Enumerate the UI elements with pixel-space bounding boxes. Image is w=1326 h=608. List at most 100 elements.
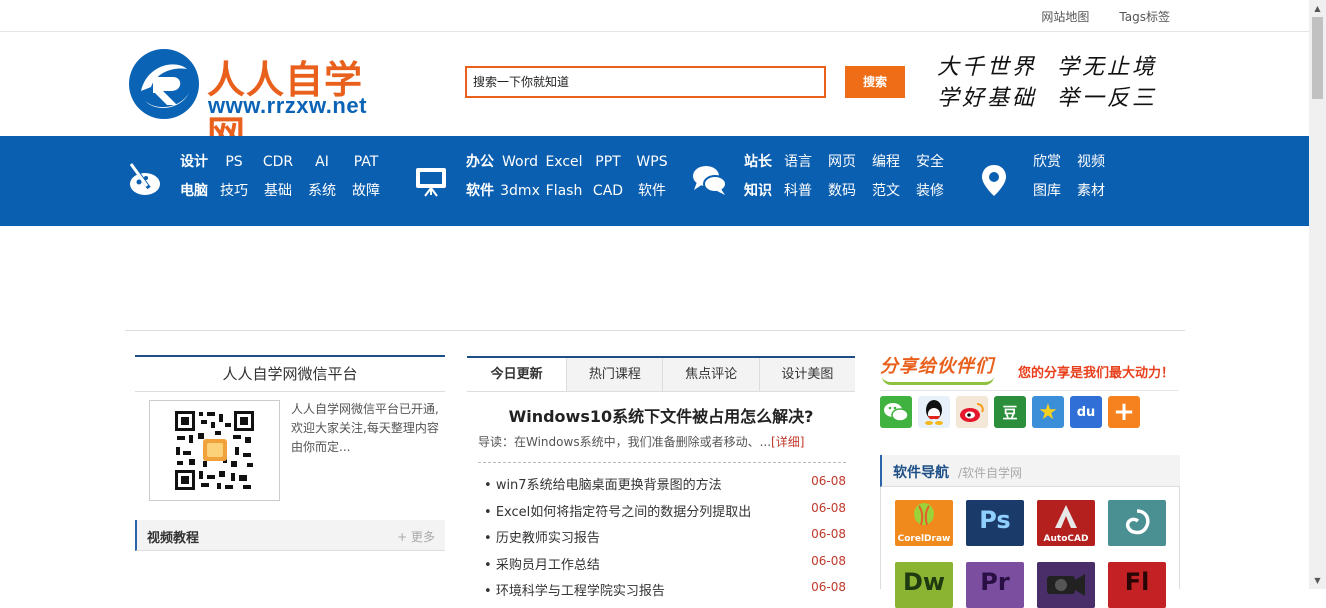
tab-hot-courses[interactable]: 热门课程 bbox=[567, 358, 664, 391]
sitemap-link[interactable]: 网站地图 bbox=[1041, 8, 1089, 25]
headline-detail-link[interactable]: [详细] bbox=[771, 435, 804, 449]
nav-link-programming[interactable]: 编程 bbox=[864, 152, 908, 172]
nav-link-3dmx[interactable]: 3dmx bbox=[498, 181, 542, 201]
nav-link-fault[interactable]: 故障 bbox=[344, 181, 388, 201]
software-nav-title: 软件导航 bbox=[893, 465, 949, 481]
nav-link-system[interactable]: 系统 bbox=[300, 181, 344, 201]
nav-link-webpage[interactable]: 网页 bbox=[820, 152, 864, 172]
news-title-text: 采购员月工作总结 bbox=[495, 557, 600, 573]
news-title[interactable]: • 采购员月工作总结 bbox=[484, 554, 600, 573]
list-item: • 历史教师实习报告 06-08 bbox=[484, 527, 846, 554]
douban-icon[interactable]: 豆 bbox=[994, 396, 1026, 428]
autocad-icon[interactable]: AutoCAD bbox=[1037, 500, 1095, 546]
video-more-link[interactable]: + 更多 bbox=[397, 528, 435, 545]
headline-title[interactable]: Windows10系统下文件被占用怎么解决? bbox=[467, 403, 855, 427]
nav-link-ps[interactable]: PS bbox=[212, 152, 256, 172]
news-date: 06-08 bbox=[811, 527, 846, 541]
slogan: 大千世界 学无止境 学好基础 举一反三 bbox=[937, 52, 1157, 114]
flash-icon[interactable]: Fl bbox=[1108, 562, 1166, 608]
search-button[interactable]: 搜索 bbox=[845, 66, 905, 98]
news-date: 06-08 bbox=[811, 500, 846, 515]
nav-link-excel[interactable]: Excel bbox=[542, 152, 586, 172]
wechat-description: 人人自学网微信平台已开通,欢迎大家关注,每天整理内容由你而定... bbox=[291, 402, 439, 454]
nav-link-digital[interactable]: 数码 bbox=[820, 181, 864, 201]
autocad-label: AutoCAD bbox=[1043, 534, 1089, 544]
site-logo[interactable]: 人人自学网 www.rrzxw.net bbox=[127, 47, 397, 157]
photoshop-glyph: Ps bbox=[979, 506, 1011, 534]
share-icons: 豆 ★ du + bbox=[880, 396, 1140, 428]
nav-link-tips[interactable]: 技巧 bbox=[212, 181, 256, 201]
tags-link[interactable]: Tags标签 bbox=[1119, 8, 1170, 25]
news-title[interactable]: • 历史教师实习报告 bbox=[484, 527, 600, 546]
premiere-glyph: Pr bbox=[980, 568, 1010, 596]
tab-focus-comments[interactable]: 焦点评论 bbox=[663, 358, 760, 391]
nav-cat-design[interactable]: 设计 bbox=[176, 152, 212, 172]
wechat-platform-title: 人人自学网微信平台 bbox=[135, 355, 445, 392]
scroll-thumb[interactable] bbox=[1312, 17, 1323, 99]
nav-cat-software[interactable]: 软件 bbox=[462, 181, 498, 201]
tab-today-updates[interactable]: 今日更新 bbox=[467, 358, 568, 391]
nav-cat-knowledge[interactable]: 知识 bbox=[740, 181, 776, 201]
nav-grid-office: 办公 Word Excel PPT WPS 软件 3dmx Flash CAD … bbox=[462, 152, 674, 201]
dashed-divider bbox=[478, 462, 846, 463]
nav-link-material[interactable]: 素材 bbox=[1069, 181, 1113, 201]
nav-link-cdr[interactable]: CDR bbox=[256, 152, 300, 172]
location-pin-icon bbox=[982, 165, 1006, 196]
news-date: 06-08 bbox=[811, 474, 846, 488]
nav-cat-webmaster[interactable]: 站长 bbox=[740, 152, 776, 172]
news-title[interactable]: • Excel如何将指定符号之间的数据分列提取出 bbox=[484, 501, 751, 520]
nav-link-ai[interactable]: AI bbox=[300, 152, 344, 172]
scroll-down-icon[interactable]: ▼ bbox=[1309, 572, 1326, 589]
premiere-icon[interactable]: Pr bbox=[966, 562, 1024, 608]
nav-grid-gallery: 欣赏 视频 图库 素材 bbox=[1025, 152, 1113, 201]
news-title[interactable]: • 环境科学与工程学院实习报告 bbox=[484, 580, 665, 599]
baidu-icon[interactable]: du bbox=[1070, 396, 1102, 428]
top-links: 网站地图 Tags标签 bbox=[1041, 8, 1170, 25]
photoshop-icon[interactable]: Ps bbox=[966, 500, 1024, 546]
tab-design-images[interactable]: 设计美图 bbox=[760, 358, 855, 391]
nav-link-appreciate[interactable]: 欣赏 bbox=[1025, 152, 1069, 172]
nav-grid-webmaster: 站长 语言 网页 编程 安全 知识 科普 数码 范文 装修 bbox=[740, 152, 952, 201]
qr-code-icon bbox=[173, 409, 256, 492]
nav-link-essay[interactable]: 范文 bbox=[864, 181, 908, 201]
nav-cat-office[interactable]: 办公 bbox=[462, 152, 498, 172]
news-title-text: 历史教师实习报告 bbox=[495, 531, 600, 546]
wechat-icon[interactable] bbox=[880, 396, 912, 428]
coreldraw-icon[interactable]: CorelDraw bbox=[895, 500, 953, 546]
more-share-icon[interactable]: + bbox=[1108, 396, 1140, 428]
slogan-2b: 举一反三 bbox=[1057, 86, 1158, 111]
news-date: 06-08 bbox=[811, 553, 846, 568]
divider bbox=[125, 330, 1185, 331]
nav-link-basics[interactable]: 基础 bbox=[256, 181, 300, 201]
news-title[interactable]: • win7系统给电脑桌面更换背景图的方法 bbox=[484, 474, 722, 493]
nav-link-word[interactable]: Word bbox=[498, 152, 542, 172]
3dsmax-icon[interactable] bbox=[1108, 500, 1166, 546]
nav-link-flash[interactable]: Flash bbox=[542, 181, 586, 201]
software-nav-subtitle: /软件自学网 bbox=[958, 466, 1023, 480]
dreamweaver-icon[interactable]: Dw bbox=[895, 562, 953, 608]
scroll-up-icon[interactable]: ▲ bbox=[1309, 0, 1326, 17]
video-tutorial-header: 视频教程 + 更多 bbox=[135, 520, 445, 551]
qzone-icon[interactable]: ★ bbox=[1032, 396, 1064, 428]
nav-grid-design: 设计 PS CDR AI PAT 电脑 技巧 基础 系统 故障 bbox=[176, 152, 388, 201]
nav-link-wps[interactable]: WPS bbox=[630, 152, 674, 172]
page-scrollbar[interactable]: ▲ ▼ bbox=[1309, 0, 1326, 589]
nav-link-software[interactable]: 软件 bbox=[630, 181, 674, 201]
nav-link-cad[interactable]: CAD bbox=[586, 181, 630, 201]
nav-link-language[interactable]: 语言 bbox=[776, 152, 820, 172]
camera-icon[interactable] bbox=[1037, 562, 1095, 608]
dreamweaver-glyph: Dw bbox=[902, 568, 946, 596]
nav-cat-computer[interactable]: 电脑 bbox=[176, 181, 212, 201]
nav-link-pat[interactable]: PAT bbox=[344, 152, 388, 172]
nav-link-decoration[interactable]: 装修 bbox=[908, 181, 952, 201]
news-tabs: 今日更新 热门课程 焦点评论 设计美图 bbox=[467, 356, 855, 392]
qq-icon[interactable] bbox=[918, 396, 950, 428]
douban-glyph: 豆 bbox=[1002, 403, 1018, 422]
nav-link-security[interactable]: 安全 bbox=[908, 152, 952, 172]
nav-link-gallery[interactable]: 图库 bbox=[1025, 181, 1069, 201]
weibo-icon[interactable] bbox=[956, 396, 988, 428]
search-input[interactable]: 搜索一下你就知道 bbox=[465, 66, 826, 98]
nav-link-video[interactable]: 视频 bbox=[1069, 152, 1113, 172]
nav-link-ppt[interactable]: PPT bbox=[586, 152, 630, 172]
nav-link-science[interactable]: 科普 bbox=[776, 181, 820, 201]
